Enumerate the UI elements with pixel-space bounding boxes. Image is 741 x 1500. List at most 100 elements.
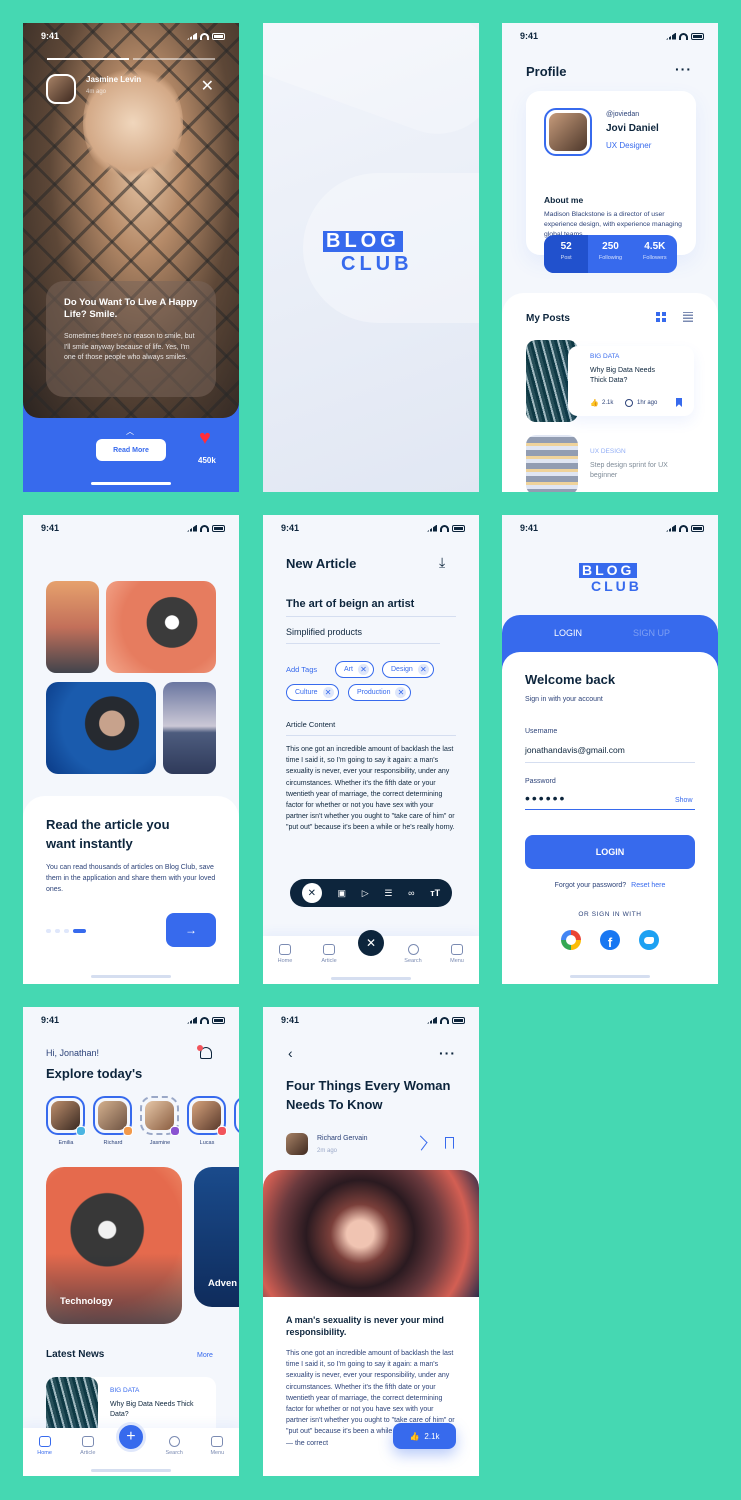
stat-posts[interactable]: 52 Post: [544, 235, 589, 273]
link-icon[interactable]: ∞: [408, 888, 414, 898]
like-icon[interactable]: 👍: [590, 399, 599, 407]
author-avatar[interactable]: [286, 1133, 308, 1155]
home-icon: [38, 1436, 51, 1447]
subtitle-input[interactable]: Simplified products: [286, 627, 440, 644]
add-tags-label[interactable]: Add Tags: [286, 665, 317, 674]
text-label: Step design sprint for UX beginner: [590, 462, 668, 480]
category-card-technology[interactable]: Technology: [46, 1167, 182, 1324]
more-icon[interactable]: ···: [675, 61, 692, 77]
image-sunset: [163, 682, 216, 774]
stat-followers[interactable]: 4.5K Followers: [633, 235, 677, 273]
more-link[interactable]: More: [197, 1352, 213, 1359]
close-icon[interactable]: ✕: [201, 79, 214, 95]
story-item[interactable]: Richard: [93, 1096, 133, 1146]
avatar: [544, 108, 592, 156]
nav-search[interactable]: Search: [159, 1436, 189, 1456]
author-avatar[interactable]: [46, 74, 76, 104]
nav-home[interactable]: Home: [270, 944, 300, 964]
tab-login[interactable]: LOGIN: [554, 628, 582, 638]
share-icon[interactable]: [414, 1135, 428, 1151]
nav-search[interactable]: Search: [398, 944, 428, 964]
story-item[interactable]: Lucas: [187, 1096, 227, 1146]
list-view-icon[interactable]: [683, 312, 693, 322]
or-sign-in-label: OR SIGN IN WITH: [578, 911, 642, 918]
read-more-button[interactable]: Read More: [96, 439, 166, 461]
category-label: Adven: [208, 1278, 238, 1289]
more-icon[interactable]: ···: [439, 1045, 456, 1061]
profile-role: UX Designer: [606, 141, 652, 150]
nav-menu[interactable]: Menu: [202, 1436, 232, 1456]
text-label: CLUB: [341, 253, 413, 275]
stories-row: Emilia Richard Jasmine Lucas H: [46, 1096, 239, 1146]
close-icon[interactable]: ✕: [301, 883, 322, 903]
profile-handle: @joviedan: [606, 111, 640, 118]
login-button[interactable]: LOGIN: [525, 835, 695, 869]
article-title-input[interactable]: The art of beign an artist: [286, 598, 456, 617]
download-icon[interactable]: ⤓: [439, 554, 445, 571]
story-body: Sometimes there's no reason to smile, bu…: [64, 332, 195, 362]
text-label: 9:41: [520, 31, 539, 41]
grid-view-icon[interactable]: [656, 312, 666, 322]
text-label: 1hr ago: [637, 400, 658, 406]
stat-following[interactable]: 250 Following: [588, 235, 632, 273]
thumbs-up-icon: 👍: [409, 1431, 420, 1441]
tag-culture[interactable]: Culture ✕: [286, 684, 339, 701]
show-password-toggle[interactable]: Show: [675, 797, 693, 804]
tag-production[interactable]: Production ✕: [348, 684, 412, 701]
username-input[interactable]: jonathandavis@gmail.com: [525, 745, 695, 763]
notification-icon[interactable]: [197, 1045, 212, 1059]
clock-icon: [625, 399, 633, 407]
content-textarea[interactable]: This one got an incredible amount of bac…: [286, 744, 456, 834]
add-button[interactable]: +: [115, 1422, 146, 1452]
close-fab-button[interactable]: ✕: [358, 930, 384, 956]
tag-design[interactable]: Design ✕: [382, 661, 434, 678]
app-logo: BLOG CLUB: [579, 563, 642, 594]
tab-signup[interactable]: SIGN UP: [633, 628, 670, 638]
nav-article[interactable]: Article: [314, 944, 344, 964]
text-label: Following: [598, 255, 623, 261]
story-item[interactable]: Emilia: [46, 1096, 86, 1146]
text-label: 9:41: [520, 523, 539, 533]
page-indicator: [46, 929, 86, 933]
text-label: 4.5K: [644, 241, 666, 252]
reset-link[interactable]: Reset here: [631, 882, 665, 889]
play-icon[interactable]: ▷: [362, 888, 369, 899]
menu-icon: [211, 1436, 224, 1447]
nav-article[interactable]: Article: [73, 1436, 103, 1456]
post-card[interactable]: UX DESIGN Step design sprint for UX begi…: [526, 435, 694, 492]
text-label: 9:41: [281, 1015, 300, 1025]
google-icon[interactable]: [561, 930, 581, 950]
next-button[interactable]: →: [166, 913, 216, 947]
home-screen: 9:41 Hi, Jonathan! Explore today's Emili…: [23, 1007, 239, 1476]
text-label: BLOG: [579, 563, 638, 578]
facebook-icon[interactable]: f: [600, 930, 620, 950]
category-card-adventure[interactable]: Adven: [194, 1167, 239, 1307]
page-title: New Article: [286, 556, 357, 571]
page-title: Profile: [526, 64, 567, 79]
text-label: 2.1k: [424, 1431, 440, 1441]
section-title: My Posts: [526, 313, 570, 324]
image-icon[interactable]: ▣: [338, 888, 347, 899]
time-ago: 2m ago: [317, 1148, 338, 1154]
nav-home[interactable]: Home: [30, 1436, 60, 1456]
heart-icon[interactable]: ♥: [199, 428, 211, 448]
like-button[interactable]: 👍 2.1k: [393, 1423, 456, 1449]
tag-art[interactable]: Art ✕: [335, 661, 374, 678]
bookmark-icon[interactable]: [445, 1137, 454, 1149]
profile-card: @joviedan Jovi Daniel UX Designer About …: [526, 91, 696, 255]
remove-tag-icon: ✕: [417, 664, 429, 675]
text-label: 9:41: [41, 1015, 60, 1025]
text-label: BLOG: [323, 231, 403, 252]
nav-menu[interactable]: Menu: [442, 944, 472, 964]
story-item[interactable]: H: [234, 1096, 239, 1146]
text-label: 9:41: [41, 523, 60, 533]
list-icon[interactable]: ☰: [384, 888, 392, 899]
onboarding-panel: Read the article you want instantly You …: [23, 796, 239, 984]
back-icon[interactable]: ‹: [288, 1045, 293, 1061]
password-input[interactable]: ••••••: [525, 791, 695, 810]
twitter-icon[interactable]: [639, 930, 659, 950]
post-card[interactable]: BIG DATA Why Big Data Needs Thick Data? …: [526, 340, 694, 422]
text-size-icon[interactable]: тT: [430, 888, 440, 898]
onboarding-body: You can read thousands of articles on Bl…: [46, 864, 216, 894]
story-item[interactable]: Jasmine: [140, 1096, 180, 1146]
